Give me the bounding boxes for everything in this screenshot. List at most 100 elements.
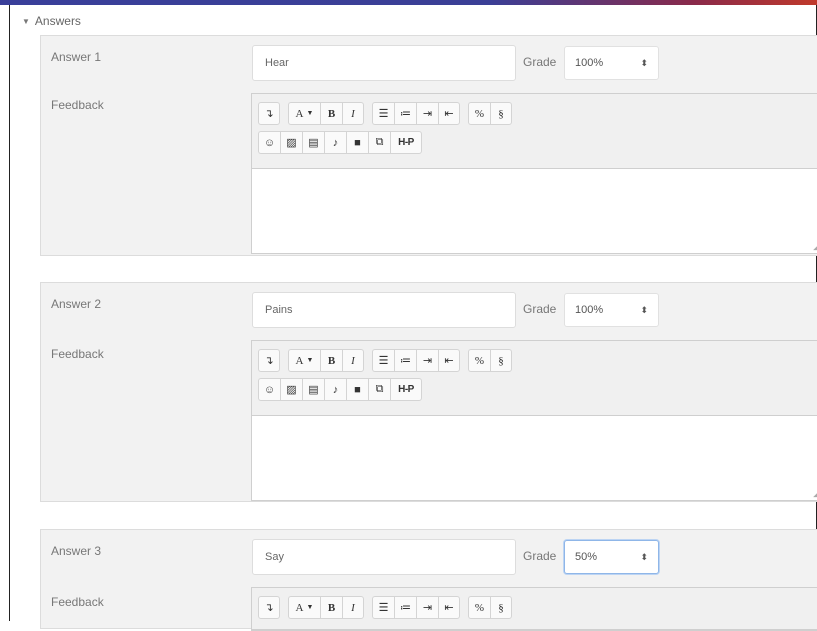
outdent-icon[interactable]: ⇤ [438,596,460,619]
link-icon[interactable]: % [468,349,490,372]
collapse-toolbar-icon[interactable]: ↴ [258,596,280,619]
answer-block-2: Answer 2 Pains Grade 100% ⬍ Feedback ↴ A ▼… [40,282,817,502]
grade-select[interactable]: 100% ⬍ [564,293,659,327]
answer-input[interactable]: Pains [252,292,516,328]
grade-value: 50% [575,551,598,563]
media-icon[interactable]: ▤ [302,378,324,401]
bold-button[interactable]: B [320,349,342,372]
chevron-down-icon: ▼ [306,357,314,364]
collapse-toolbar-icon[interactable]: ↴ [258,102,280,125]
unlink-icon[interactable]: § [490,349,512,372]
image-icon[interactable]: ▨ [280,131,302,154]
select-arrows-icon: ⬍ [640,57,648,68]
unordered-list-icon[interactable]: ☰ [372,596,394,619]
feedback-editor: ↴ A ▼ B I ☰ ≔ ⇥ ⇤ % [251,340,817,501]
outdent-icon[interactable]: ⇤ [438,102,460,125]
indent-icon[interactable]: ⇥ [416,102,438,125]
font-color-icon: A [295,601,304,614]
italic-button[interactable]: I [342,596,364,619]
italic-icon: I [351,354,355,367]
unordered-list-icon[interactable]: ☰ [372,102,394,125]
link-icon[interactable]: % [468,102,490,125]
h5p-icon: H-P [398,384,414,395]
grade-value: 100% [575,304,604,316]
grade-label: Grade [523,302,557,316]
chevron-down-icon: ▼ [306,110,314,117]
feedback-editor: ↴ A ▼ B I ☰ ≔ ⇥ ⇤ % [251,93,817,254]
font-color-button[interactable]: A ▼ [288,102,320,125]
ordered-list-icon[interactable]: ≔ [394,349,416,372]
unlink-icon[interactable]: § [490,596,512,619]
page: ▼ Answers Answer 1 Hear Grade 100% ⬍ Feedb… [0,0,817,631]
unordered-list-icon[interactable]: ☰ [372,349,394,372]
font-color-button[interactable]: A ▼ [288,596,320,619]
bold-button[interactable]: B [320,102,342,125]
ordered-list-icon[interactable]: ≔ [394,596,416,619]
outdent-icon[interactable]: ⇤ [438,349,460,372]
feedback-editor: ↴ A ▼ B I ☰ ≔ ⇥ ⇤ % [251,587,817,631]
emoticon-icon[interactable]: ☺ [258,378,280,401]
manage-files-icon[interactable]: ⧉ [368,378,390,401]
h5p-button[interactable]: H-P [390,378,422,401]
feedback-label: Feedback [51,98,104,112]
indent-icon[interactable]: ⇥ [416,349,438,372]
font-color-button[interactable]: A ▼ [288,349,320,372]
answer-block-1: Answer 1 Hear Grade 100% ⬍ Feedback ↴ A ▼ … [40,35,817,256]
chevron-down-icon: ▼ [306,604,314,611]
indent-icon[interactable]: ⇥ [416,596,438,619]
h5p-button[interactable]: H-P [390,131,422,154]
unlink-icon[interactable]: § [490,102,512,125]
toolbar-row-1: ↴ A ▼ B I ☰ ≔ ⇥ ⇤ % § [258,596,816,619]
grade-value: 100% [575,57,604,69]
ordered-list-icon[interactable]: ≔ [394,102,416,125]
grade-label: Grade [523,55,557,69]
editor-toolbar: ↴ A ▼ B I ☰ ≔ ⇥ ⇤ % [252,341,817,416]
image-icon[interactable]: ▨ [280,378,302,401]
editor-toolbar: ↴ A ▼ B I ☰ ≔ ⇥ ⇤ % [252,94,817,169]
collapse-triangle-icon: ▼ [22,17,30,26]
feedback-label: Feedback [51,347,104,361]
toolbar-row-1: ↴ A ▼ B I ☰ ≔ ⇥ ⇤ % § [258,102,816,125]
italic-button[interactable]: I [342,349,364,372]
collapse-toolbar-icon[interactable]: ↴ [258,349,280,372]
link-icon[interactable]: % [468,596,490,619]
bold-button[interactable]: B [320,596,342,619]
answer-label: Answer 3 [51,544,102,558]
media-icon[interactable]: ▤ [302,131,324,154]
resize-handle-icon[interactable]: ◢ [813,241,817,252]
answer-input[interactable]: Say [252,539,516,575]
select-arrows-icon: ⬍ [640,304,648,315]
microphone-icon[interactable]: ♪ [324,378,346,401]
toolbar-row-1: ↴ A ▼ B I ☰ ≔ ⇥ ⇤ % § [258,349,816,372]
italic-icon: I [351,107,355,120]
grade-label: Grade [523,549,557,563]
answer-input[interactable]: Hear [252,45,516,81]
video-camera-icon[interactable]: ■ [346,378,368,401]
italic-icon: I [351,601,355,614]
answer-label: Answer 1 [51,50,102,64]
editor-toolbar: ↴ A ▼ B I ☰ ≔ ⇥ ⇤ % [252,588,817,630]
toolbar-row-2: ☺ ▨ ▤ ♪ ■ ⧉ H-P [258,378,816,401]
toolbar-row-2: ☺ ▨ ▤ ♪ ■ ⧉ H-P [258,131,816,154]
bold-icon: B [327,354,336,367]
editor-content-area[interactable]: ◢ [252,169,817,253]
editor-content-area[interactable]: ◢ [252,416,817,500]
answer-label: Answer 2 [51,297,102,311]
font-color-icon: A [295,354,304,367]
emoticon-icon[interactable]: ☺ [258,131,280,154]
resize-handle-icon[interactable]: ◢ [813,488,817,499]
select-arrows-icon: ⬍ [640,551,648,562]
h5p-icon: H-P [398,137,414,148]
manage-files-icon[interactable]: ⧉ [368,131,390,154]
form-frame: ▼ Answers Answer 1 Hear Grade 100% ⬍ Feedb… [9,5,817,631]
answers-section-header[interactable]: ▼ Answers [22,14,81,28]
grade-select[interactable]: 50% ⬍ [564,540,659,574]
grade-select[interactable]: 100% ⬍ [564,46,659,80]
font-color-icon: A [295,107,304,120]
italic-button[interactable]: I [342,102,364,125]
bold-icon: B [327,107,336,120]
bold-icon: B [327,601,336,614]
microphone-icon[interactable]: ♪ [324,131,346,154]
video-camera-icon[interactable]: ■ [346,131,368,154]
answer-block-3: Answer 3 Say Grade 50% ⬍ Feedback ↴ A ▼ B … [40,529,817,631]
